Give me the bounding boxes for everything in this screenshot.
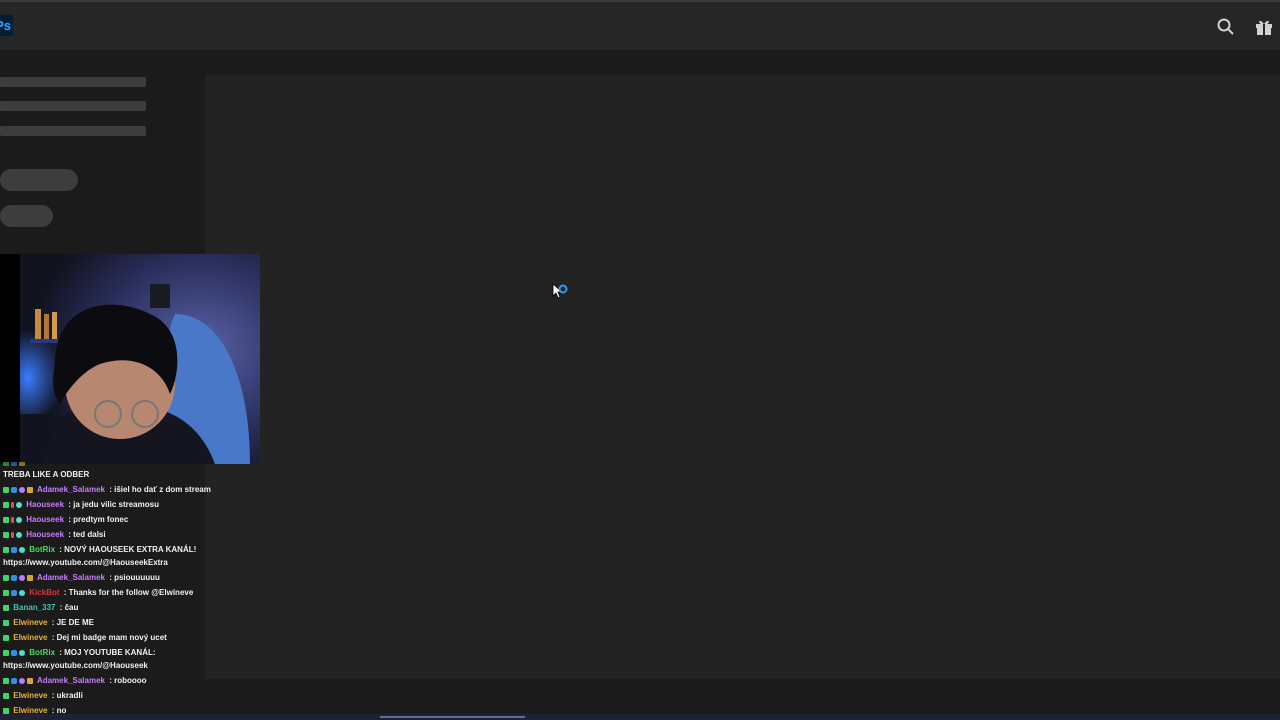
- chat-message: : ted dalsi: [66, 530, 106, 539]
- alert-badge-icon: [11, 532, 14, 538]
- follower-badge-icon: [16, 532, 22, 538]
- chat-message: : roboooo: [106, 676, 147, 685]
- search-icon[interactable]: [1216, 17, 1236, 37]
- chat-message: : Dej mi badge mam nový ucet: [49, 633, 167, 642]
- skeleton-pill-2: [0, 205, 53, 227]
- taskbar-active-item[interactable]: [380, 716, 525, 718]
- chat-username[interactable]: Banan_337: [13, 603, 55, 612]
- chat-line: https://www.youtube.com/@Haouseek: [3, 661, 148, 671]
- photoshop-logo[interactable]: Ps: [0, 15, 13, 36]
- mod-badge-icon: [3, 532, 9, 538]
- chat-line: Adamek_Salamek : psiouuuuuu: [3, 573, 160, 583]
- mod-badge-icon: [3, 517, 9, 523]
- chat-line: [3, 462, 27, 468]
- alert-badge-icon: [11, 502, 14, 508]
- subscriber-badge-icon: [27, 575, 33, 581]
- chat-message: : išiel ho dať z dom stream: [106, 485, 211, 494]
- chat-username[interactable]: Haouseek: [26, 515, 64, 524]
- subscriber-badge-icon: [19, 462, 25, 466]
- chat-username[interactable]: Adamek_Salamek: [37, 676, 105, 685]
- chat-line: Haouseek : ja jedu vilic streamosu: [3, 500, 159, 510]
- chat-username[interactable]: Haouseek: [26, 530, 64, 539]
- skeleton-pill-1: [0, 169, 78, 191]
- chat-line: Haouseek : ted dalsi: [3, 530, 106, 540]
- vip-badge-icon: [19, 575, 25, 581]
- chat-line: KickBot : Thanks for the follow @Elwinev…: [3, 588, 193, 598]
- mod-badge-icon: [3, 678, 9, 684]
- follower-badge-icon: [19, 590, 25, 596]
- follower-badge-icon: [19, 650, 25, 656]
- chat-username[interactable]: Adamek_Salamek: [37, 485, 105, 494]
- alert-badge-icon: [11, 517, 14, 523]
- vip-badge-icon: [19, 487, 25, 493]
- chat-username[interactable]: Elwineve: [13, 691, 47, 700]
- vip-badge-icon: [19, 678, 25, 684]
- webcam-overlay: [0, 254, 260, 464]
- chat-line: TREBA LIKE A ODBER: [3, 470, 90, 479]
- mod-badge-icon: [3, 547, 9, 553]
- mod-badge-icon: [3, 462, 9, 466]
- chat-message: https://www.youtube.com/@Haouseek: [3, 661, 148, 670]
- follower-badge-icon: [19, 547, 25, 553]
- mod-badge-icon: [3, 590, 9, 596]
- chat-message: : ukradli: [49, 691, 83, 700]
- chat-username[interactable]: Elwineve: [13, 633, 47, 642]
- mod-badge-icon: [3, 575, 9, 581]
- chat-line: Haouseek : predtym fonec: [3, 515, 128, 525]
- busy-cursor-icon: [552, 283, 568, 299]
- chat-username[interactable]: Elwineve: [13, 618, 47, 627]
- skeleton-line-1: [0, 77, 146, 87]
- chat-overlay: TREBA LIKE A ODBER Adamek_Salamek : išie…: [0, 462, 290, 720]
- chat-username[interactable]: Haouseek: [26, 500, 64, 509]
- chat-message: : Thanks for the follow @Elwineve: [61, 588, 194, 597]
- mod-badge-icon: [3, 635, 9, 641]
- chat-message: : psiouuuuuu: [106, 573, 160, 582]
- verified-badge-icon: [11, 650, 17, 656]
- chat-message: : ja jedu vilic streamosu: [66, 500, 159, 509]
- main-content-panel: [205, 75, 1280, 679]
- chat-username[interactable]: Adamek_Salamek: [37, 573, 105, 582]
- verified-badge-icon: [11, 547, 17, 553]
- webcam-image: [0, 254, 260, 464]
- chat-message: : predtym fonec: [66, 515, 129, 524]
- mod-badge-icon: [3, 620, 9, 626]
- chat-line: Elwineve : ukradli: [3, 691, 83, 701]
- verified-badge-icon: [11, 590, 17, 596]
- verified-badge-icon: [11, 462, 17, 466]
- mod-badge-icon: [3, 487, 9, 493]
- top-bar: Ps: [0, 0, 1280, 50]
- mod-badge-icon: [3, 502, 9, 508]
- mod-badge-icon: [3, 650, 9, 656]
- skeleton-line-2: [0, 101, 146, 111]
- skeleton-line-3: [0, 126, 146, 136]
- chat-username[interactable]: BotRix: [29, 648, 55, 657]
- chat-line: BotRix : MOJ YOUTUBE KANÁL:: [3, 648, 156, 658]
- chat-line: BotRix : NOVÝ HAOUSEEK EXTRA KANÁL!: [3, 545, 196, 555]
- chat-line: Adamek_Salamek : roboooo: [3, 676, 147, 686]
- chat-message: https://www.youtube.com/@HaouseekExtra: [3, 558, 168, 567]
- mod-badge-icon: [3, 605, 9, 611]
- gift-icon[interactable]: [1254, 17, 1274, 37]
- mod-badge-icon: [3, 693, 9, 699]
- taskbar: [0, 714, 1280, 720]
- chat-line: Banan_337 : čau: [3, 603, 78, 613]
- chat-username[interactable]: BotRix: [29, 545, 55, 554]
- subscriber-badge-icon: [27, 678, 33, 684]
- follower-badge-icon: [16, 502, 22, 508]
- verified-badge-icon: [11, 678, 17, 684]
- chat-line: Elwineve : Dej mi badge mam nový ucet: [3, 633, 167, 643]
- verified-badge-icon: [11, 487, 17, 493]
- follower-badge-icon: [16, 517, 22, 523]
- chat-message: : MOJ YOUTUBE KANÁL:: [57, 648, 156, 657]
- chat-line: https://www.youtube.com/@HaouseekExtra: [3, 558, 168, 568]
- chat-line: Elwineve : JE DE ME: [3, 618, 94, 628]
- chat-message: : čau: [57, 603, 79, 612]
- chat-username[interactable]: KickBot: [29, 588, 59, 597]
- chat-message: : NOVÝ HAOUSEEK EXTRA KANÁL!: [57, 545, 197, 554]
- chat-message: : JE DE ME: [49, 618, 94, 627]
- verified-badge-icon: [11, 575, 17, 581]
- subscriber-badge-icon: [27, 487, 33, 493]
- chat-line: Adamek_Salamek : išiel ho dať z dom stre…: [3, 485, 211, 495]
